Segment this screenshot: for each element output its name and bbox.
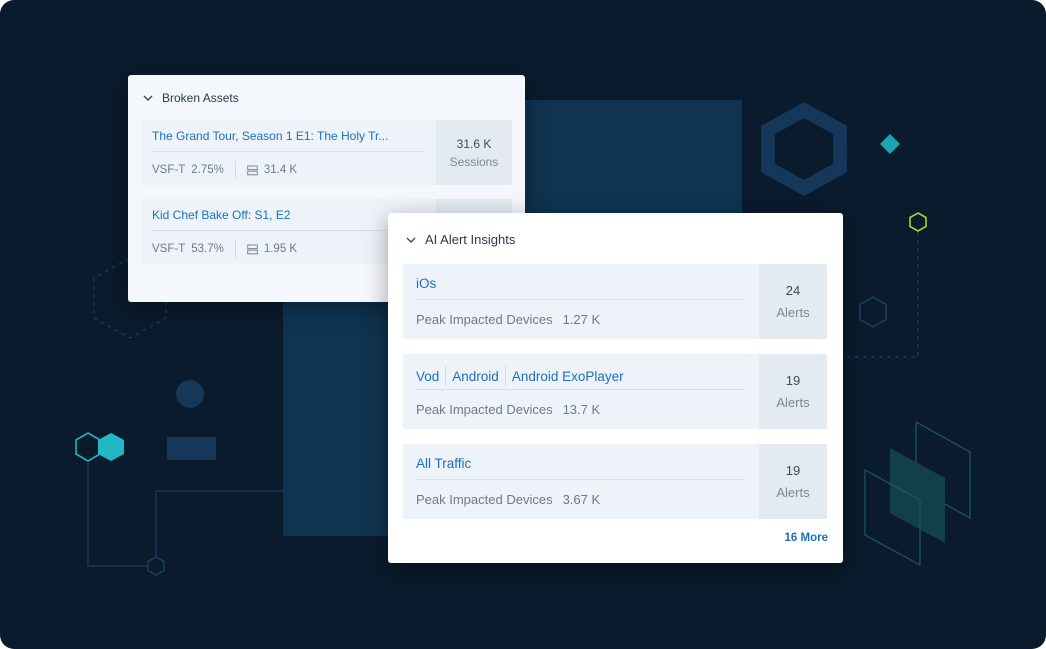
parallelogram-filled [890,448,945,543]
chevron-down-icon[interactable] [405,234,417,246]
sessions-label: Sessions [449,154,499,169]
dashed-connector [843,232,919,358]
database-icon [247,244,258,255]
alert-main: iOs Peak Impacted Devices 1.27 K [403,264,759,339]
sessions-value: 31.6 K [456,136,492,151]
alert-tag-link[interactable]: Android [452,369,499,384]
metric-label: Peak Impacted Devices [416,492,553,507]
chevron-down-icon[interactable] [142,92,154,104]
alert-tag-link[interactable]: Android ExoPlayer [512,369,624,384]
asset-count: 1.95 K [263,243,298,255]
lime-hexagon-shape [909,212,927,232]
filled-teal-hexagon [98,433,124,461]
alert-tags: Vod Android Android ExoPlayer [416,366,624,386]
asset-title-link[interactable]: Kid Chef Bake Off: S1, E2 [152,208,402,222]
metric-value: 1.27 K [562,312,601,327]
hero-background: Broken Assets The Grand Tour, Season 1 E… [0,0,1046,649]
tag-separator [504,366,506,386]
tag-separator [445,366,447,386]
broken-asset-main: The Grand Tour, Season 1 E1: The Holy Tr… [141,120,436,185]
metric-value: 3.67 K [562,492,601,507]
more-alerts-link[interactable]: 16 More [785,532,828,544]
large-hexagon-shape [761,101,847,197]
asset-title-link[interactable]: The Grand Tour, Season 1 E1: The Holy Tr… [152,129,402,143]
metric-label: VSF-T [152,164,186,176]
alert-count-label: Alerts [776,485,810,500]
diamond-shape [880,134,900,154]
database-icon [247,165,258,176]
metric-value: 53.7% [191,243,224,255]
row-divider [416,389,744,390]
row-divider [152,151,424,152]
alert-row[interactable]: All Traffic Peak Impacted Devices 3.67 K … [403,444,827,519]
alert-main: All Traffic Peak Impacted Devices 3.67 K [403,444,759,519]
alert-count-summary: 24 Alerts [759,264,827,339]
connector-line [87,461,148,567]
metric-separator [234,161,236,179]
ai-alert-title: AI Alert Insights [425,232,516,247]
alert-main: Vod Android Android ExoPlayer Peak Impac… [403,354,759,429]
alert-row[interactable]: Vod Android Android ExoPlayer Peak Impac… [403,354,827,429]
alert-metrics: Peak Impacted Devices 3.67 K [416,492,600,507]
alert-tag-link[interactable]: All Traffic [416,456,471,471]
alert-metrics: Peak Impacted Devices 1.27 K [416,312,600,327]
connector-line-2 [155,490,283,557]
metric-value: 13.7 K [562,402,601,417]
alert-tags: All Traffic [416,456,471,471]
alert-count-summary: 19 Alerts [759,444,827,519]
alert-count: 24 [785,283,801,298]
alert-count: 19 [785,463,801,478]
bar-shape [167,437,216,460]
alert-tag-link[interactable]: iOs [416,276,436,291]
asset-count: 31.4 K [263,164,298,176]
metric-separator [234,240,236,258]
broken-asset-row[interactable]: The Grand Tour, Season 1 E1: The Holy Tr… [141,120,512,185]
alert-count-label: Alerts [776,305,810,320]
sessions-summary: 31.6 K Sessions [436,120,512,185]
ai-alert-insights-card: AI Alert Insights iOs Peak Impacted Devi… [388,213,843,563]
outline-teal-hexagon [75,432,101,462]
row-divider [416,479,744,480]
metric-label: Peak Impacted Devices [416,402,553,417]
row-divider [416,299,744,300]
asset-metrics: VSF-T 53.7% 1.95 K [152,240,297,258]
circle-shape [176,380,204,408]
metric-value: 2.75% [191,164,224,176]
alert-count: 19 [785,373,801,388]
alert-count-summary: 19 Alerts [759,354,827,429]
row-divider [152,230,424,231]
ai-alert-header[interactable]: AI Alert Insights [405,232,515,247]
connector-hexagon [147,556,165,576]
metric-label: VSF-T [152,243,186,255]
broken-assets-header[interactable]: Broken Assets [142,91,239,105]
asset-metrics: VSF-T 2.75% 31.4 K [152,161,297,179]
alert-row[interactable]: iOs Peak Impacted Devices 1.27 K 24 Alert… [403,264,827,339]
alert-tags: iOs [416,276,436,291]
alert-tag-link[interactable]: Vod [416,369,439,384]
alert-metrics: Peak Impacted Devices 13.7 K [416,402,600,417]
broken-assets-title: Broken Assets [162,91,239,105]
alert-count-label: Alerts [776,395,810,410]
small-hexagon-shape [859,296,887,328]
metric-label: Peak Impacted Devices [416,312,553,327]
